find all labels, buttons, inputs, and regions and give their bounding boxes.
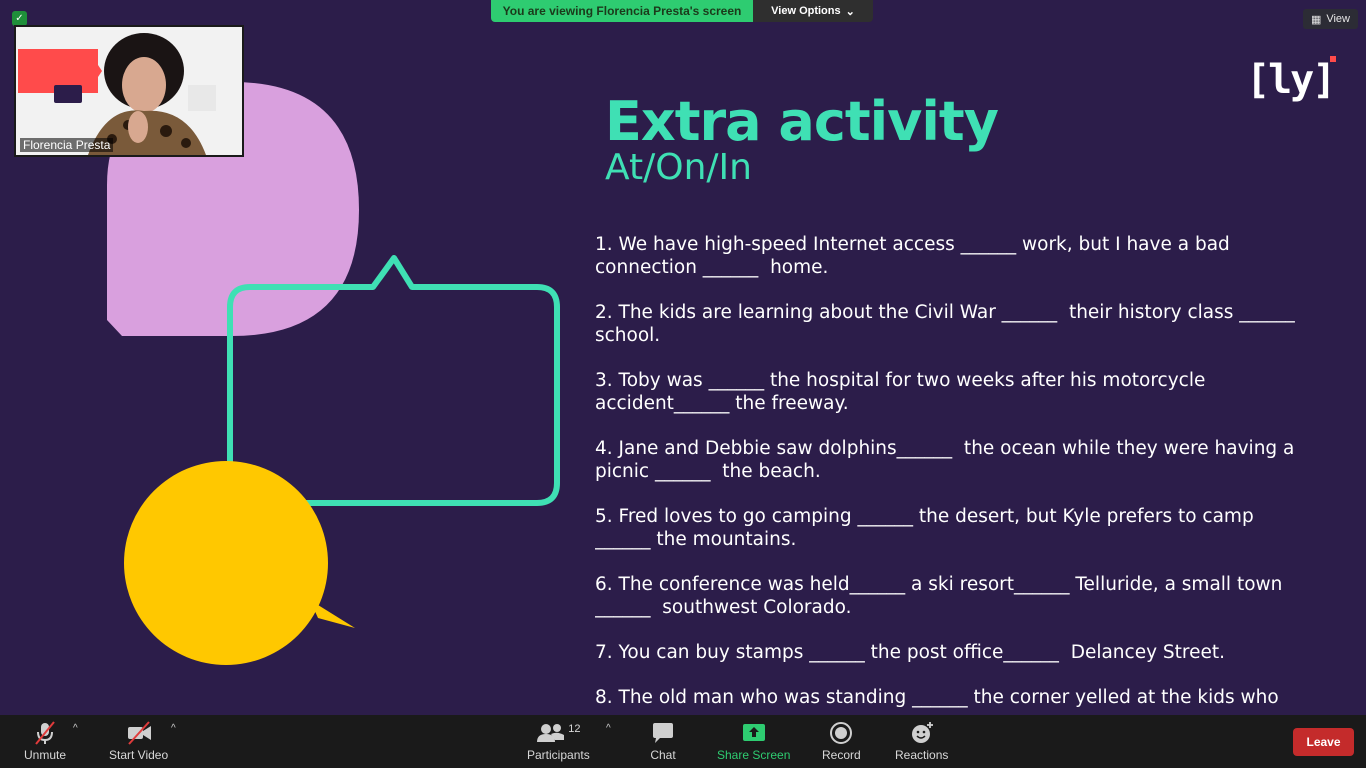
record-icon: [828, 720, 854, 746]
presenter-video: [16, 27, 242, 155]
exercise-item: 3. Toby was ______ the hospital for two …: [595, 370, 1212, 414]
chat-button[interactable]: Chat: [650, 720, 676, 762]
exercise-item: 2. The kids are learning about the Civil…: [595, 302, 1301, 346]
record-label: Record: [822, 748, 861, 762]
webcam-thumbnail[interactable]: Florencia Presta: [14, 25, 244, 157]
reactions-icon: [909, 720, 935, 746]
participants-button[interactable]: 12 Participants: [527, 720, 590, 762]
chat-label: Chat: [650, 748, 676, 762]
share-screen-icon: [741, 720, 767, 746]
exercise-list: 1. We have high-speed Internet access __…: [595, 233, 1315, 713]
webcam-name-label: Florencia Presta: [20, 138, 114, 152]
unmute-label: Unmute: [24, 748, 67, 762]
start-video-label: Start Video: [109, 748, 169, 762]
logo-text: [ly]: [1246, 57, 1336, 103]
exercise-item: 1. We have high-speed Internet access __…: [595, 234, 1236, 278]
exercise-item: 5. Fred loves to go camping ______ the d…: [595, 506, 1260, 550]
video-options-caret-icon[interactable]: ^: [171, 723, 176, 734]
exercise-item: 8. The old man who was standing ______ t…: [595, 687, 1279, 713]
reactions-button[interactable]: Reactions: [895, 720, 948, 762]
participants-icon-group: 12: [536, 720, 580, 746]
exercise-item: 7. You can buy stamps ______ the post of…: [595, 642, 1226, 663]
participants-label: Participants: [527, 748, 590, 762]
reactions-label: Reactions: [895, 748, 949, 762]
participants-count: 12: [568, 723, 581, 735]
microphone-muted-icon: [32, 720, 58, 746]
start-video-button[interactable]: Start Video: [109, 720, 168, 762]
share-screen-label: Share Screen: [717, 748, 791, 762]
brand-logo: [ly]: [1246, 56, 1337, 103]
participants-options-caret-icon[interactable]: ^: [606, 723, 611, 734]
yellow-speech-bubble: [124, 461, 355, 665]
exercise-item: 6. The conference was held______ a ski r…: [595, 574, 1289, 618]
logo-accent: [1330, 56, 1337, 62]
meeting-toolbar: Unmute ^ Start Video ^ 12 Participants ^: [0, 715, 1366, 768]
slide-title: Extra activity: [605, 90, 999, 153]
participants-icon: [537, 724, 565, 742]
video-off-icon: [125, 720, 153, 746]
chat-icon: [650, 720, 676, 746]
audio-options-caret-icon[interactable]: ^: [73, 723, 78, 734]
share-screen-button[interactable]: Share Screen: [717, 720, 790, 762]
unmute-button[interactable]: Unmute: [24, 720, 66, 762]
record-button[interactable]: Record: [822, 720, 861, 762]
leave-button[interactable]: Leave: [1293, 728, 1354, 756]
slide-subtitle: At/On/In: [605, 147, 752, 188]
exercise-item: 4. Jane and Debbie saw dolphins______ th…: [595, 438, 1301, 482]
